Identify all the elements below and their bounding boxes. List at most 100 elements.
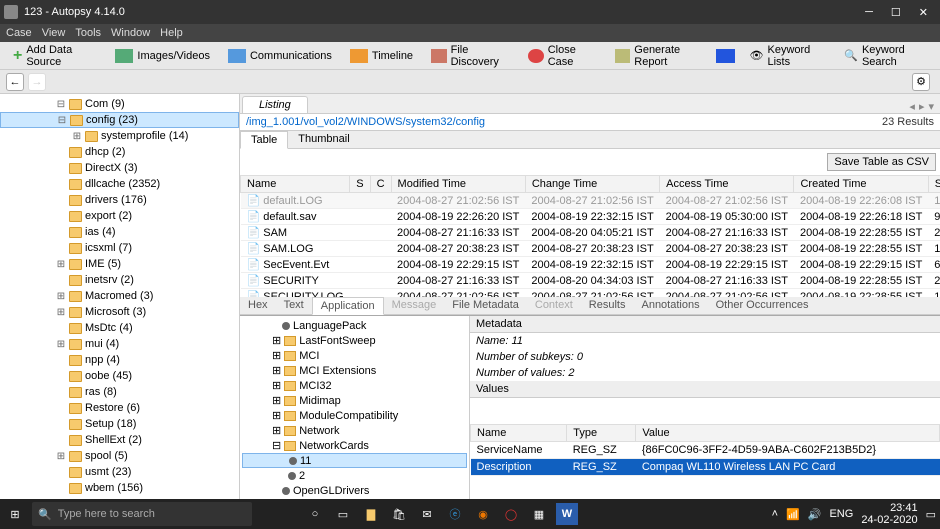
firefox-icon[interactable]: ◉ xyxy=(472,503,494,525)
value-row[interactable]: DescriptionREG_SZCompaq WL110 Wireless L… xyxy=(471,459,940,476)
registry-item[interactable]: ⊟NetworkCards xyxy=(242,438,467,453)
tab-prev-icon[interactable]: ◂ xyxy=(909,100,915,113)
lower-tab[interactable]: Context xyxy=(527,297,581,314)
word-icon[interactable]: W xyxy=(556,503,578,525)
value-row[interactable]: ServiceNameREG_SZ{86FC0C96-3FF2-4D59-9AB… xyxy=(471,442,940,459)
column-header[interactable]: Modified Time xyxy=(391,176,525,193)
tray-notify-icon[interactable]: ▭ xyxy=(926,508,936,521)
table-tab[interactable]: Table xyxy=(240,131,288,149)
registry-tree[interactable]: LanguagePack⊞LastFontSweep⊞MCI⊞MCI Exten… xyxy=(240,316,470,499)
tree-item[interactable]: DirectX (3) xyxy=(0,160,239,176)
lower-tab[interactable]: Text xyxy=(276,297,312,314)
mail-app-icon[interactable]: ✉ xyxy=(416,503,438,525)
add-data-source-button[interactable]: +Add Data Source xyxy=(6,41,104,71)
settings-gear-icon[interactable]: ⚙ xyxy=(912,73,930,91)
registry-item[interactable]: LanguagePack xyxy=(242,318,467,333)
keyword-search-button[interactable]: 🔍 Keyword Search xyxy=(837,41,934,71)
column-header[interactable]: S xyxy=(350,176,370,193)
tree-item[interactable]: Setup (18) xyxy=(0,416,239,432)
tree-item[interactable]: ShellExt (2) xyxy=(0,432,239,448)
tree-item[interactable]: ⊞spool (5) xyxy=(0,448,239,464)
tree-item[interactable]: export (2) xyxy=(0,208,239,224)
nav-forward-button[interactable]: → xyxy=(28,73,46,91)
close-button[interactable]: ✕ xyxy=(919,6,928,19)
registry-item[interactable]: ⊞Network xyxy=(242,423,467,438)
tree-item[interactable]: drivers (176) xyxy=(0,192,239,208)
app-icon-1[interactable]: ▦ xyxy=(528,503,550,525)
menu-view[interactable]: View xyxy=(42,27,66,39)
minimize-button[interactable]: ─ xyxy=(865,6,873,19)
registry-item[interactable]: 11 xyxy=(242,453,467,468)
registry-item[interactable]: OpenGLDrivers xyxy=(242,483,467,498)
column-header[interactable]: Access Time xyxy=(660,176,794,193)
maximize-button[interactable]: ☐ xyxy=(891,6,901,19)
tree-item[interactable]: ⊞mui (4) xyxy=(0,336,239,352)
tree-item[interactable]: ias (4) xyxy=(0,224,239,240)
directory-tree[interactable]: ⊟Com (9)⊟config (23)⊞systemprofile (14)d… xyxy=(0,94,240,499)
tree-item[interactable]: inetsrv (2) xyxy=(0,272,239,288)
file-table[interactable]: NameSCModified TimeChange TimeAccess Tim… xyxy=(240,175,940,297)
start-button[interactable]: ⊞ xyxy=(4,503,26,525)
tree-item[interactable]: MsDtc (4) xyxy=(0,320,239,336)
tree-item[interactable]: ⊟Com (9) xyxy=(0,96,239,112)
timeline-button[interactable]: Timeline xyxy=(343,46,420,66)
edge-icon[interactable]: ⓔ xyxy=(444,503,466,525)
tab-menu-icon[interactable]: ▾ xyxy=(928,100,934,113)
thumbnail-tab[interactable]: Thumbnail xyxy=(288,131,359,148)
lower-tab[interactable]: Results xyxy=(581,297,634,314)
table-row[interactable]: 📄 SecEvent.Evt2004-08-19 22:29:15 IST200… xyxy=(241,257,940,273)
tree-item[interactable]: oobe (45) xyxy=(0,368,239,384)
table-row[interactable]: 📄 SECURITY2004-08-27 21:16:33 IST2004-08… xyxy=(241,273,940,289)
tree-item[interactable]: ⊞systemprofile (14) xyxy=(0,128,239,144)
values-column[interactable]: Value xyxy=(636,425,940,442)
tray-lang[interactable]: ENG xyxy=(829,508,853,520)
tab-next-icon[interactable]: ▸ xyxy=(919,100,925,113)
lower-tab[interactable]: Annotations xyxy=(633,297,707,314)
column-header[interactable]: Created Time xyxy=(794,176,928,193)
registry-item[interactable]: ⊞MCI Extensions xyxy=(242,363,467,378)
file-discovery-button[interactable]: File Discovery xyxy=(424,41,517,71)
close-case-button[interactable]: Close Case xyxy=(521,41,604,71)
registry-item[interactable]: 2 xyxy=(242,468,467,483)
registry-item[interactable]: ⊞MCI32 xyxy=(242,378,467,393)
taskview-icon[interactable]: ▭ xyxy=(332,503,354,525)
column-header[interactable]: Name xyxy=(241,176,350,193)
tree-item[interactable]: ras (8) xyxy=(0,384,239,400)
tree-item[interactable]: usmt (23) xyxy=(0,464,239,480)
lower-tab[interactable]: Message xyxy=(384,297,445,314)
table-row[interactable]: 📄 SAM2004-08-27 21:16:33 IST2004-08-20 0… xyxy=(241,225,940,241)
registry-item[interactable]: ⊞MCI xyxy=(242,348,467,363)
tree-item[interactable]: ⊞Macromed (3) xyxy=(0,288,239,304)
listing-tab[interactable]: Listing xyxy=(242,96,308,113)
tree-item[interactable]: npp (4) xyxy=(0,352,239,368)
tray-chevron-icon[interactable]: ˄ xyxy=(772,508,778,520)
communications-button[interactable]: Communications xyxy=(221,46,339,66)
lower-tab[interactable]: Hex xyxy=(240,297,276,314)
column-header[interactable]: Size xyxy=(928,176,940,193)
values-column[interactable]: Type xyxy=(567,425,636,442)
tree-item[interactable]: ⊞Microsoft (3) xyxy=(0,304,239,320)
lower-tab[interactable]: Other Occurrences xyxy=(708,297,817,314)
table-row[interactable]: 📄 default.sav2004-08-19 22:26:20 IST2004… xyxy=(241,209,940,225)
system-tray[interactable]: ˄ 📶 🔊 ENG 23:41 24-02-2020 ▭ xyxy=(772,502,936,526)
explorer-icon[interactable]: ▇ xyxy=(360,503,382,525)
cortana-icon[interactable]: ○ xyxy=(304,503,326,525)
registry-item[interactable]: ⊞ModuleCompatibility xyxy=(242,408,467,423)
registry-item[interactable]: ⊞LastFontSweep xyxy=(242,333,467,348)
column-header[interactable]: Change Time xyxy=(525,176,659,193)
menu-case[interactable]: Case xyxy=(6,27,32,39)
menu-help[interactable]: Help xyxy=(160,27,183,39)
tree-item[interactable]: icsxml (7) xyxy=(0,240,239,256)
generate-report-button[interactable]: Generate Report xyxy=(608,41,712,71)
mail-icon[interactable] xyxy=(716,49,735,63)
tree-item[interactable]: dhcp (2) xyxy=(0,144,239,160)
save-csv-button[interactable]: Save Table as CSV xyxy=(827,153,936,171)
column-header[interactable]: C xyxy=(370,176,391,193)
lower-tab[interactable]: Application xyxy=(312,297,384,315)
table-row[interactable]: 📄 SECURITY.LOG2004-08-27 21:02:56 IST200… xyxy=(241,289,940,298)
opera-icon[interactable]: ◯ xyxy=(500,503,522,525)
tree-item[interactable]: ⊟config (23) xyxy=(0,112,239,128)
menu-window[interactable]: Window xyxy=(111,27,150,39)
table-row[interactable]: 📄 default.LOG2004-08-27 21:02:56 IST2004… xyxy=(241,193,940,209)
values-column[interactable]: Name xyxy=(471,425,567,442)
